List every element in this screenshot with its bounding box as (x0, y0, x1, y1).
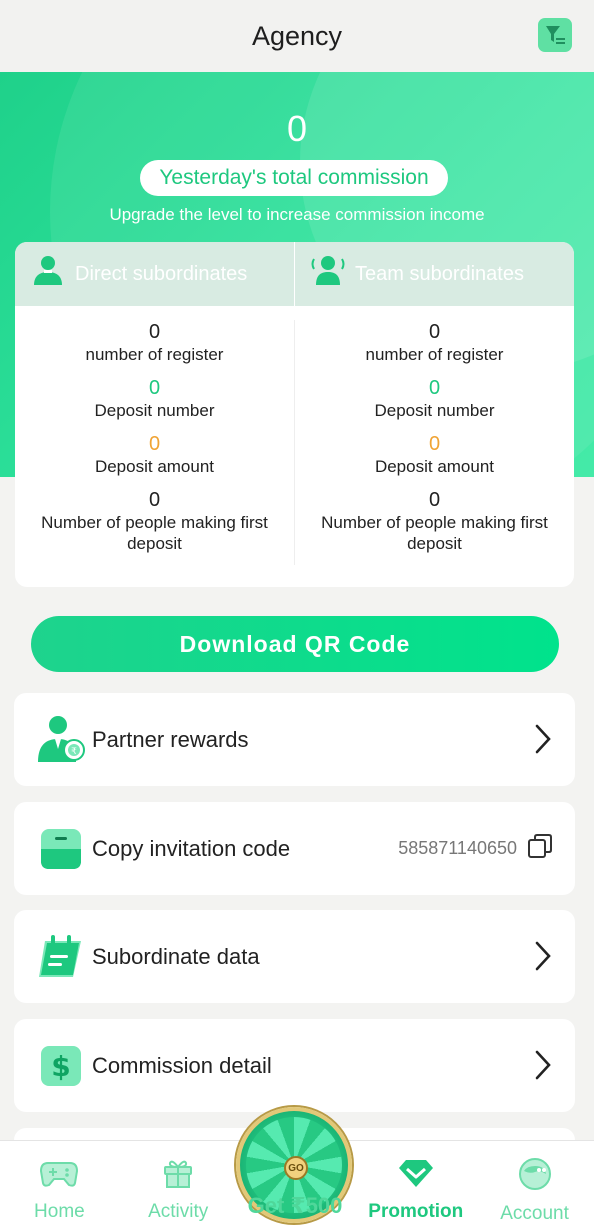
filter-icon[interactable] (538, 18, 572, 52)
direct-register-label: number of register (85, 345, 224, 364)
direct-subordinates-header: Direct subordinates (15, 242, 294, 306)
subordinates-stats-card: Direct subordinates Team subordinates 0 n… (15, 242, 574, 587)
commission-detail-label: Commission detail (92, 1052, 272, 1078)
commission-detail-item[interactable]: $ Commission detail (14, 1019, 575, 1112)
subordinate-data-label: Subordinate data (92, 943, 260, 969)
team-deposit-amount-value: 0 (428, 433, 441, 455)
team-deposit-number-value: 0 (428, 377, 441, 399)
stats-body: 0 number of register 0 Deposit number 0 Dep… (15, 306, 574, 565)
copy-invitation-code-label: Copy invitation code (92, 835, 291, 861)
direct-stats: 0 number of register 0 Deposit number 0 Dep… (15, 320, 294, 565)
team-deposit-amount-label: Deposit amount (374, 457, 495, 476)
copy-icon[interactable] (527, 833, 553, 864)
tab-account-label: Account (500, 1203, 569, 1224)
yesterday-commission-value: 0 (286, 108, 308, 149)
tab-promotion[interactable]: Promotion (356, 1141, 475, 1230)
direct-deposit-number-label: Deposit number (94, 401, 215, 420)
app-header: Agency (0, 0, 594, 72)
upgrade-hint: Upgrade the level to increase commission… (109, 205, 485, 224)
team-icon (309, 252, 347, 296)
team-first-deposit-label: Number of people making first deposit (321, 513, 548, 553)
chevron-right-icon (533, 940, 553, 977)
direct-register-value: 0 (148, 321, 161, 343)
download-qr-code-button[interactable]: Download QR Code (31, 616, 559, 672)
person-icon (29, 252, 67, 296)
team-subordinates-header: Team subordinates (294, 242, 574, 306)
direct-subordinates-title: Direct subordinates (75, 262, 248, 285)
team-register-label: number of register (365, 345, 504, 364)
tab-activity[interactable]: Activity (119, 1141, 238, 1230)
account-icon (518, 1157, 552, 1197)
wheel-go-icon: GO (284, 1156, 308, 1180)
tab-home-label: Home (34, 1201, 85, 1222)
gift-icon (162, 1157, 194, 1195)
chevron-right-icon (533, 723, 553, 760)
yesterday-commission-label: Yesterday's total commission (140, 160, 448, 196)
subordinate-data-item[interactable]: Subordinate data (14, 910, 575, 1003)
invitation-code-value: 585871140650 (398, 838, 517, 858)
tab-account[interactable]: Account (475, 1141, 594, 1230)
tab-activity-label: Activity (148, 1201, 209, 1222)
direct-first-deposit-label: Number of people making first deposit (41, 513, 268, 553)
svg-text:₹: ₹ (71, 747, 77, 757)
direct-deposit-number-value: 0 (148, 377, 161, 399)
team-deposit-number-label: Deposit number (374, 401, 495, 420)
direct-first-deposit-value: 0 (148, 489, 161, 511)
chevron-right-icon (533, 1049, 553, 1086)
svg-text:$: $ (51, 1050, 70, 1083)
stats-header: Direct subordinates Team subordinates (15, 242, 574, 306)
gamepad-icon (40, 1157, 79, 1195)
team-subordinates-title: Team subordinates (355, 262, 524, 285)
calendar-icon (36, 932, 86, 982)
direct-deposit-amount-value: 0 (148, 433, 161, 455)
get-bonus-label[interactable]: Get ₹500 (236, 1193, 354, 1219)
invitation-icon (36, 824, 86, 874)
team-register-value: 0 (428, 321, 441, 343)
tab-promotion-label: Promotion (368, 1201, 464, 1222)
partner-rewards-icon: ₹ (36, 715, 86, 765)
tab-home[interactable]: Home (0, 1141, 119, 1230)
partner-rewards-label: Partner rewards (92, 726, 249, 752)
diamond-icon (398, 1157, 434, 1195)
copy-invitation-code-item[interactable]: Copy invitation code 585871140650 (14, 802, 575, 895)
partner-rewards-item[interactable]: ₹ Partner rewards (14, 693, 575, 786)
team-first-deposit-value: 0 (428, 489, 441, 511)
page-title: Agency (251, 20, 343, 51)
team-stats: 0 number of register 0 Deposit number 0 Dep… (294, 320, 574, 565)
dollar-icon: $ (36, 1041, 86, 1091)
direct-deposit-amount-label: Deposit amount (94, 457, 215, 476)
